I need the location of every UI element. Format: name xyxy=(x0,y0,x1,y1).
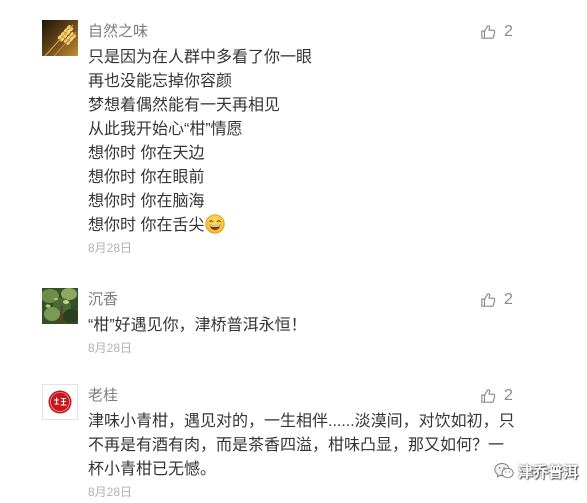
comment-text: 津味小青柑，遇见对的，一生相伴......淡漠间，对饮如初，只 不再是有酒有肉，… xyxy=(88,410,528,482)
commenter-name: 自然之味 xyxy=(88,23,149,40)
like-button[interactable]: 2 xyxy=(480,386,513,406)
commenter-name: 沉香 xyxy=(88,291,119,308)
comment-date: 8月28日 xyxy=(88,485,133,499)
watermark-text: 津乔普洱 xyxy=(518,463,579,481)
comment-body: 自然之味 只是因为在人群中多看了你一眼 再也没能忘掉你容颜 梦想着偶然能有一天再… xyxy=(88,22,528,257)
commenter-avatar xyxy=(42,20,78,56)
comment-text-line: 从此我开始心“柑”情愿 xyxy=(88,121,243,138)
comment-text-line: 再也没能忘掉你容颜 xyxy=(88,73,233,90)
account-watermark: 津乔普洱 xyxy=(494,461,578,481)
comment-text: “柑”好遇见你，津桥普洱永恒！ xyxy=(88,314,528,338)
like-count: 2 xyxy=(504,387,513,404)
comment-text: 只是因为在人群中多看了你一眼 再也没能忘掉你容颜 梦想着偶然能有一天再相见 从此… xyxy=(88,46,528,238)
comment-text-line: 不再是有酒有肉，而是茶香四溢，柑味凸显，那又如何？一 xyxy=(88,437,505,454)
grinning-face-emoji-icon xyxy=(205,214,226,234)
comment-text-line: 想你时 你在眼前 xyxy=(88,169,205,186)
comment-body: 老桂 津味小青柑，遇见对的，一生相伴......淡漠间，对饮如初，只 不再是有酒… xyxy=(88,386,528,501)
comment-text-line: 想你时 你在天边 xyxy=(88,145,205,162)
like-count: 2 xyxy=(504,291,513,308)
comment-text-line-with-emoji: 想你时 你在舌尖 xyxy=(88,214,528,238)
wechat-icon xyxy=(494,462,514,480)
comment-text-line: 只是因为在人群中多看了你一眼 xyxy=(88,49,313,66)
comment-text-segment: 想你时 你在舌尖 xyxy=(88,217,205,234)
thumbs-up-icon[interactable] xyxy=(480,292,496,308)
thumbs-up-icon[interactable] xyxy=(480,24,496,40)
comment-text-line: 梦想着偶然能有一天再相见 xyxy=(88,97,281,114)
like-button[interactable]: 2 xyxy=(480,22,513,42)
comment-date: 8月28日 xyxy=(88,341,133,355)
comment-text-line: “柑”好遇见你，津桥普洱永恒！ xyxy=(88,317,307,334)
comment-text-line: 想你时 你在脑海 xyxy=(88,193,205,210)
commenter-avatar xyxy=(42,384,78,420)
like-button[interactable]: 2 xyxy=(480,290,513,310)
comment-text-line: 津味小青柑，遇见对的，一生相伴......淡漠间，对饮如初，只 xyxy=(88,413,515,430)
like-count: 2 xyxy=(504,23,513,40)
commenter-avatar xyxy=(42,288,78,324)
comment-text-line: 杯小青柑已无憾。 xyxy=(88,461,217,478)
comment-body: 沉香 “柑”好遇见你，津桥普洱永恒！ 8月28日 xyxy=(88,290,528,357)
commenter-name: 老桂 xyxy=(88,387,119,404)
comment-date: 8月28日 xyxy=(88,241,133,255)
thumbs-up-icon[interactable] xyxy=(480,388,496,404)
comment-section: 自然之味 只是因为在人群中多看了你一眼 再也没能忘掉你容颜 梦想着偶然能有一天再… xyxy=(0,0,587,503)
